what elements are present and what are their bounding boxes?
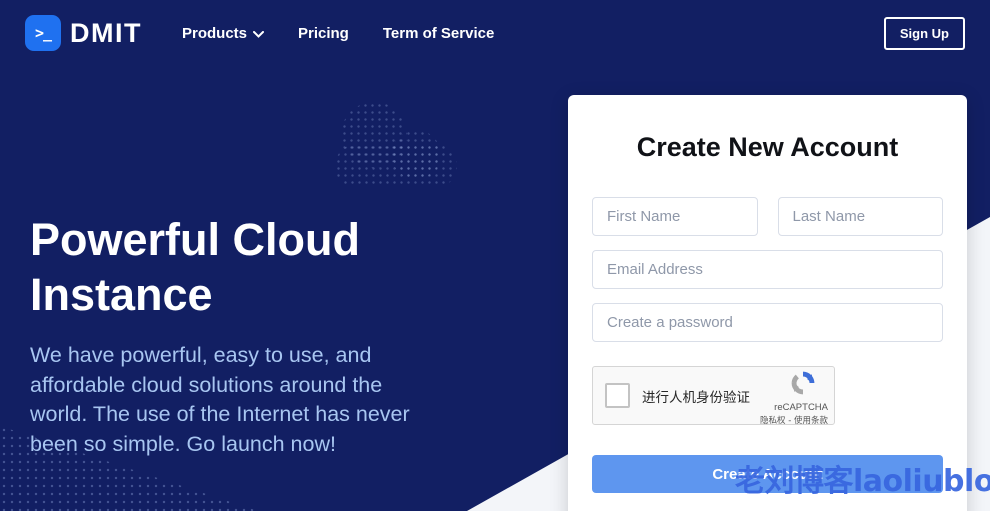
hero-description: We have powerful, easy to use, and affor… (30, 341, 434, 459)
name-fields-row (592, 197, 943, 236)
nav-link-label: Term of Service (383, 25, 494, 42)
hero-title: Powerful Cloud Instance (30, 212, 460, 323)
terminal-logo-icon[interactable]: >_ (25, 15, 61, 51)
email-input[interactable] (592, 250, 943, 289)
recaptcha-icon (790, 370, 828, 401)
chevron-down-icon (253, 25, 264, 42)
recaptcha-branding: reCAPTCHA 隐私权 - 使用条款 (760, 370, 828, 426)
recaptcha-widget: 进行人机身份验证 reCAPTCHA 隐私权 - 使用条款 (592, 366, 835, 425)
nav-link-label: Products (182, 25, 247, 42)
nav-links: Products Pricing Term of Service (182, 25, 494, 42)
cloud-dots-part (335, 144, 457, 188)
terminal-glyph: >_ (35, 24, 51, 42)
page: >_ DMIT Products Pricing Term of Service… (0, 0, 990, 511)
nav-link-products[interactable]: Products (182, 25, 264, 42)
navbar: >_ DMIT Products Pricing Term of Service… (0, 0, 990, 66)
recaptcha-checkbox[interactable] (605, 383, 630, 408)
password-input[interactable] (592, 303, 943, 342)
brand-name[interactable]: DMIT (70, 18, 142, 49)
recaptcha-label: 进行人机身份验证 (642, 386, 750, 406)
signup-card: Create New Account 进行人机身份验证 (568, 95, 967, 511)
last-name-input[interactable] (778, 197, 944, 236)
recaptcha-brand-text: reCAPTCHA (774, 402, 828, 413)
recaptcha-terms-link[interactable]: 隐私权 - 使用条款 (760, 414, 828, 426)
nav-link-label: Pricing (298, 25, 349, 42)
nav-link-term-of-service[interactable]: Term of Service (383, 25, 494, 42)
watermark-text: 老刘博客laoliublog.cn (735, 456, 990, 500)
sign-up-button[interactable]: Sign Up (884, 17, 965, 50)
cloud-dots-decoration (335, 100, 460, 190)
form-title: Create New Account (592, 132, 943, 163)
nav-link-pricing[interactable]: Pricing (298, 25, 349, 42)
first-name-input[interactable] (592, 197, 758, 236)
